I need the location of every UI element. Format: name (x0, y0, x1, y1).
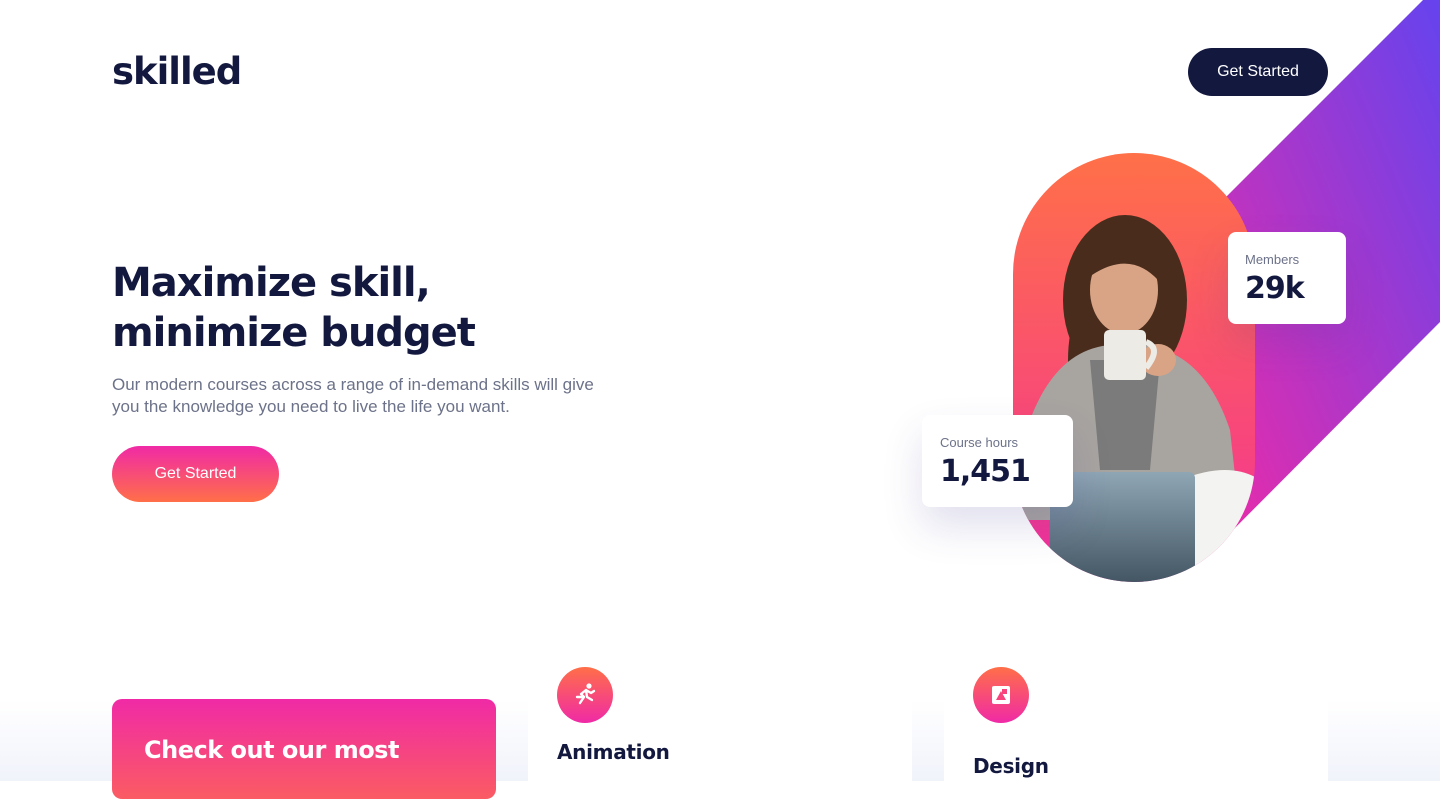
running-person-icon (557, 667, 613, 723)
hero-title: Maximize skill, minimize budget (112, 260, 476, 356)
course-hours-stat-card: Course hours 1,451 (922, 415, 1073, 507)
members-stat-card: Members 29k (1228, 232, 1346, 324)
hero-description: Our modern courses across a range of in-… (112, 375, 594, 416)
design-icon (973, 667, 1029, 723)
course-title-design: Design (973, 754, 1049, 778)
members-label: Members (1245, 252, 1300, 267)
course-title-animation: Animation (557, 740, 670, 764)
header-get-started-button[interactable]: Get Started (1188, 48, 1328, 96)
course-card-animation[interactable]: Animation (528, 667, 912, 800)
promo-text: Check out our most (144, 736, 399, 764)
course-hours-value: 1,451 (940, 454, 1031, 489)
hero-get-started-button[interactable]: Get Started (112, 446, 279, 502)
course-hours-label: Course hours (940, 435, 1019, 450)
hero-photo (1013, 153, 1255, 582)
members-value: 29k (1245, 271, 1305, 306)
logo[interactable]: skilled (112, 50, 242, 93)
course-card-design[interactable]: Design (944, 667, 1328, 800)
